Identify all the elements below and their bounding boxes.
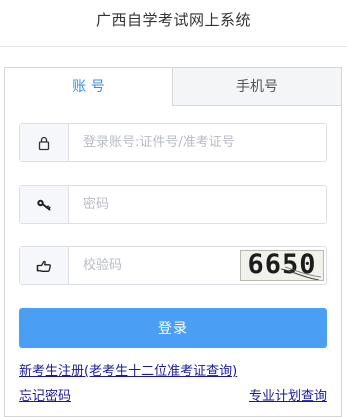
password-field	[19, 185, 327, 224]
login-panel: 账 号 手机号 登录账号:证件号/准考证号 校验码 6650 登录 新考生注册(…	[4, 67, 342, 417]
captcha-image[interactable]: 6650	[240, 250, 324, 281]
account-field	[19, 123, 327, 162]
forgot-password-link[interactable]: 忘记密码	[19, 385, 71, 404]
tab-phone[interactable]: 手机号	[172, 68, 341, 106]
captcha-noise	[280, 266, 322, 280]
lock-icon	[20, 124, 69, 161]
key-icon	[20, 186, 69, 223]
login-button[interactable]: 登录	[19, 308, 327, 348]
captcha-field: 6650	[19, 246, 327, 285]
hand-pointer-icon	[20, 247, 69, 284]
page-header: 广西自学考试网上系统	[0, 0, 347, 47]
account-input[interactable]	[69, 124, 319, 161]
password-input[interactable]	[69, 186, 319, 223]
page-title: 广西自学考试网上系统	[95, 11, 251, 29]
register-link[interactable]: 新考生注册(老考生十二位准考证查询)	[19, 360, 237, 379]
login-tabs: 账 号 手机号	[5, 68, 341, 106]
tab-account[interactable]: 账 号	[5, 68, 172, 106]
plan-query-link[interactable]: 专业计划查询	[249, 385, 327, 404]
